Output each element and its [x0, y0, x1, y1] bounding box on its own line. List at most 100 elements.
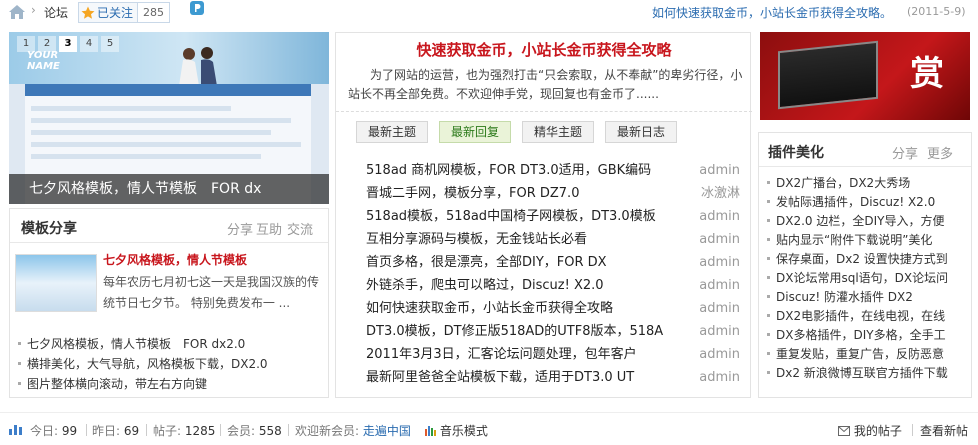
follow-button[interactable]: 已关注 285	[78, 2, 171, 23]
thread-row: 2011年3月3日，汇客论坛问题处理，包年客户 admin	[366, 343, 742, 366]
tab-latest-blogs[interactable]: 最新日志	[605, 121, 678, 143]
thread-author[interactable]: admin	[699, 228, 740, 251]
thread-title[interactable]: 最新阿里爸爸全站模板下载，适用于DT3.0 UT	[366, 366, 676, 389]
thread-title[interactable]: 首页多格，很是漂亮，全部DIY，FOR DX	[366, 251, 676, 274]
reward-banner[interactable]: 赏	[760, 32, 970, 120]
thread-row: 518ad模板，518ad中国椅子网模板，DT3.0模板 admin	[366, 205, 742, 228]
music-mode-label: 音乐模式	[439, 424, 488, 438]
stat-value: 99	[61, 424, 78, 438]
my-posts-label: 我的帖子	[853, 424, 902, 438]
stats-bar: 今日: 99 昨日: 69 帖子: 1285 会员: 558 欢迎新会员: 走遍…	[0, 412, 978, 445]
list-item[interactable]: 图片整体横向滚动，带左右方向键	[16, 374, 322, 394]
tab-plugin-share[interactable]: 分享	[892, 143, 918, 162]
list-item[interactable]: DX论坛常用sql语句，DX论坛问	[765, 269, 969, 288]
thread-title[interactable]: 2011年3月3日，汇客论坛问题处理，包年客户	[366, 343, 676, 366]
plugins-title: 插件美化	[768, 145, 824, 161]
template-share-title: 模板分享	[21, 221, 77, 237]
list-item[interactable]: 贴内显示“附件下载说明”美化	[765, 231, 969, 250]
star-icon	[79, 3, 97, 22]
list-item[interactable]: 保存桌面，Dx2 设置快捷方式到	[765, 250, 969, 269]
stat-label: 今日:	[30, 424, 59, 438]
stat-value: 69	[123, 424, 140, 438]
banner-text: 赏	[910, 54, 944, 94]
article-title[interactable]: 快速获取金币，小站长金币获得全攻略	[336, 39, 752, 60]
list-item[interactable]: 七夕风格模板，情人节模板 FOR dx2.0	[16, 334, 322, 354]
list-item[interactable]: DX2.0 边栏，全DIY导入，方便	[765, 212, 969, 231]
list-item[interactable]: DX多格插件，DIY多格，全手工	[765, 326, 969, 345]
breadcrumb-forum[interactable]: 论坛	[44, 4, 68, 21]
top-bar: › 论坛 已关注 285 如何快速获取金币，小站长金币获得全攻略。 (2011-…	[0, 0, 978, 26]
thread-title[interactable]: 如何快速获取金币，小站长金币获得全攻略	[366, 297, 676, 320]
thread-tabs: 最新主题 最新回复 精华主题 最新日志	[356, 121, 678, 143]
thread-author[interactable]: admin	[699, 274, 740, 297]
thread-title[interactable]: DT3.0模板，DT修正版518AD的UTF8版本，518A	[366, 320, 676, 343]
thread-author[interactable]: admin	[699, 251, 740, 274]
thread-title[interactable]: 互相分享源码与模板，无金钱站长必看	[366, 228, 676, 251]
list-item[interactable]: 横排美化，大气导航，风格模板下载，DX2.0	[16, 354, 322, 374]
plugins-box: 插件美化 分享 更多 DX2广播台，DX2大秀场 发帖际遇插件，Discuz! …	[758, 132, 972, 398]
thread-row: 晋城二手网，模板分享，FOR DZ7.0 冰激淋	[366, 182, 742, 205]
feature-thumbnail[interactable]	[15, 254, 97, 312]
tab-latest-topics[interactable]: 最新主题	[356, 121, 429, 143]
thread-row: 最新阿里爸爸全站模板下载，适用于DT3.0 UT admin	[366, 366, 742, 389]
divider	[86, 424, 87, 436]
thread-author[interactable]: admin	[699, 320, 740, 343]
template-share-header: 模板分享 分享 互助 交流	[10, 209, 328, 243]
thread-author[interactable]: admin	[699, 297, 740, 320]
thread-row: 互相分享源码与模板，无金钱站长必看 admin	[366, 228, 742, 251]
thread-row: DT3.0模板，DT修正版518AD的UTF8版本，518A admin	[366, 320, 742, 343]
slide-page-2[interactable]: 2	[38, 36, 56, 52]
divider	[288, 424, 289, 436]
list-item[interactable]: DX2电影插件，在线电视，在线	[765, 307, 969, 326]
preview-line	[31, 106, 231, 111]
slide-logo: YOUR NAME	[27, 50, 60, 72]
preview-line	[31, 130, 271, 135]
divider	[336, 111, 752, 112]
slideshow[interactable]: YOUR NAME 1 2 3 4 5 七夕风格模板，情人节模板 FOR dx	[9, 32, 329, 204]
list-item[interactable]: 重复发贴，重复广告，反防恶意	[765, 345, 969, 364]
slide-preview-nav	[25, 84, 311, 96]
slide-page-3[interactable]: 3	[59, 36, 77, 52]
publish-icon[interactable]	[190, 1, 204, 15]
new-member-link[interactable]: 走遍中国	[363, 424, 411, 438]
tab-latest-replies[interactable]: 最新回复	[439, 121, 512, 143]
list-item[interactable]: 发帖际遇插件，Discuz! X2.0	[765, 193, 969, 212]
thread-author[interactable]: admin	[699, 159, 740, 182]
thread-row: 外链杀手，爬虫可以略过，Discuz! X2.0 admin	[366, 274, 742, 297]
thread-title[interactable]: 外链杀手，爬虫可以略过，Discuz! X2.0	[366, 274, 676, 297]
slide-page-4[interactable]: 4	[80, 36, 98, 52]
banner-screen-graphic	[778, 40, 878, 110]
thread-author[interactable]: admin	[699, 366, 740, 389]
preview-line	[31, 142, 301, 147]
thread-title[interactable]: 晋城二手网，模板分享，FOR DZ7.0	[366, 182, 676, 205]
my-posts-link[interactable]: 我的帖子	[838, 422, 902, 439]
view-new-posts-link[interactable]: 查看新帖	[920, 422, 968, 439]
thread-title[interactable]: 518ad模板，518ad中国椅子网模板，DT3.0模板	[366, 205, 676, 228]
slide-page-1[interactable]: 1	[17, 36, 35, 52]
slide-pager: 1 2 3 4 5	[17, 36, 119, 52]
slide-caption[interactable]: 七夕风格模板，情人节模板 FOR dx	[9, 174, 329, 204]
home-icon[interactable]	[8, 4, 26, 20]
music-bars-icon	[425, 426, 436, 436]
list-item[interactable]: DX2广播台，DX2大秀场	[765, 174, 969, 193]
list-item[interactable]: Dx2 新浪微博互联官方插件下载	[765, 364, 969, 383]
thread-author[interactable]: admin	[699, 205, 740, 228]
tab-share[interactable]: 分享	[227, 219, 253, 238]
thread-row: 518ad 商机网模板，FOR DT3.0适用，GBK编码 admin	[366, 159, 742, 182]
stat-value: 558	[258, 424, 282, 438]
thread-author[interactable]: admin	[699, 343, 740, 366]
more-link[interactable]: 更多	[927, 143, 953, 162]
tab-exchange[interactable]: 交流	[287, 219, 313, 238]
music-mode[interactable]: 音乐模式	[425, 422, 488, 439]
feature-title[interactable]: 七夕风格模板，情人节模板	[103, 251, 247, 268]
slide-page-5[interactable]: 5	[101, 36, 119, 52]
thread-author[interactable]: 冰激淋	[701, 182, 740, 205]
list-item[interactable]: Discuz! 防灌水插件 DX2	[765, 288, 969, 307]
headline-link[interactable]: 如何快速获取金币，小站长金币获得全攻略。	[652, 4, 892, 21]
couple-illustration	[179, 47, 217, 86]
follow-label: 已关注	[97, 6, 134, 20]
thread-title[interactable]: 518ad 商机网模板，FOR DT3.0适用，GBK编码	[366, 159, 676, 182]
tab-digest-topics[interactable]: 精华主题	[522, 121, 595, 143]
tab-help[interactable]: 互助	[256, 219, 282, 238]
plugins-header: 插件美化 分享 更多	[759, 133, 971, 167]
